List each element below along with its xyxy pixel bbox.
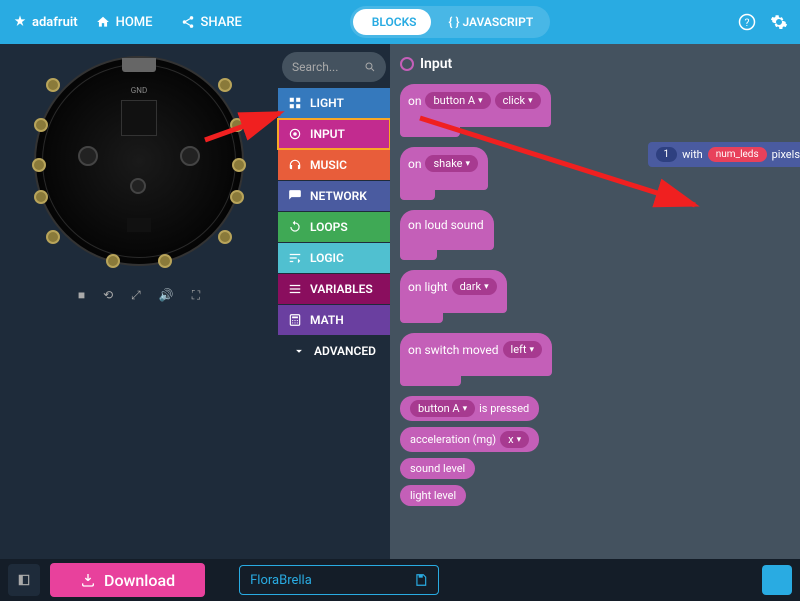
gear-icon[interactable] xyxy=(770,13,788,31)
sidebar-toggle[interactable] xyxy=(8,564,40,596)
light-cond-dropdown[interactable]: dark xyxy=(452,278,497,295)
save-icon[interactable] xyxy=(414,573,428,587)
block-light-level[interactable]: light level xyxy=(400,485,466,506)
circuit-playground-board[interactable]: GND xyxy=(34,56,244,266)
tab-blocks[interactable]: BLOCKS xyxy=(353,9,431,35)
search-icon xyxy=(364,61,376,73)
download-button[interactable]: Download xyxy=(50,563,205,597)
svg-text:?: ? xyxy=(744,16,749,29)
editor-tabs: BLOCKS { } JAVASCRIPT xyxy=(350,6,550,38)
category-logic[interactable]: LOGIC xyxy=(278,243,390,273)
category-math[interactable]: MATH xyxy=(278,305,390,335)
category-toolbox: Search... LIGHT INPUT MUSIC NETWORK LOOP… xyxy=(278,44,390,559)
home-button[interactable]: HOME xyxy=(86,9,163,36)
main: GND ■ ⟲ ⤢ 🔊 ⛶ Search... LIGHT INPUT MUSI… xyxy=(0,44,800,559)
block-on-button[interactable]: on button A click xyxy=(400,84,551,127)
fullscreen-icon[interactable]: ⛶ xyxy=(192,288,200,303)
block-is-pressed[interactable]: button A is pressed xyxy=(400,396,539,421)
blocks-flyout[interactable]: Input on button A click on shake on loud… xyxy=(390,44,635,559)
brand-logo: adafruit xyxy=(12,14,78,30)
search-input[interactable]: Search... xyxy=(282,52,386,82)
category-music[interactable]: MUSIC xyxy=(278,150,390,180)
topbar: adafruit HOME SHARE BLOCKS { } JAVASCRIP… xyxy=(0,0,800,44)
gesture-dropdown[interactable]: shake xyxy=(425,155,478,172)
block-on-shake[interactable]: on shake xyxy=(400,147,488,190)
corner-button[interactable] xyxy=(762,565,792,595)
category-advanced[interactable]: ADVANCED xyxy=(278,336,390,366)
block-on-loud-sound[interactable]: on loud sound xyxy=(400,210,494,250)
category-light[interactable]: LIGHT xyxy=(278,88,390,118)
simulator-controls: ■ ⟲ ⤢ 🔊 ⛶ xyxy=(78,288,200,303)
category-input[interactable]: INPUT xyxy=(278,119,390,149)
block-on-switch[interactable]: on switch moved left xyxy=(400,333,552,376)
switch-dir-dropdown[interactable]: left xyxy=(503,341,542,358)
project-name-input[interactable]: FloraBrella xyxy=(239,565,439,595)
block-acceleration[interactable]: acceleration (mg) x xyxy=(400,427,539,452)
help-icon[interactable]: ? xyxy=(738,13,756,31)
bottombar: Download FloraBrella xyxy=(0,559,800,601)
block-on-light[interactable]: on light dark xyxy=(400,270,507,313)
flyout-title: Input xyxy=(400,56,625,72)
stop-icon[interactable]: ■ xyxy=(78,288,85,303)
simulator-panel: GND ■ ⟲ ⤢ 🔊 ⛶ xyxy=(0,44,278,559)
block-sound-level[interactable]: sound level xyxy=(400,458,475,479)
category-network[interactable]: NETWORK xyxy=(278,181,390,211)
restart-icon[interactable]: ⟲ xyxy=(103,288,113,303)
category-variables[interactable]: VARIABLES xyxy=(278,274,390,304)
brand-text: adafruit xyxy=(32,15,78,30)
button-dropdown[interactable]: button A xyxy=(425,92,490,109)
category-loops[interactable]: LOOPS xyxy=(278,212,390,242)
tab-javascript[interactable]: { } JAVASCRIPT xyxy=(435,9,548,35)
debug-icon[interactable]: ⤢ xyxy=(131,288,141,303)
event-dropdown[interactable]: click xyxy=(495,92,541,109)
share-button[interactable]: SHARE xyxy=(171,9,252,36)
audio-icon[interactable]: 🔊 xyxy=(159,288,174,303)
workspace-strip-block[interactable]: 1 with num_leds pixels xyxy=(648,142,800,167)
workspace[interactable]: 1 with num_leds pixels xyxy=(635,44,800,559)
